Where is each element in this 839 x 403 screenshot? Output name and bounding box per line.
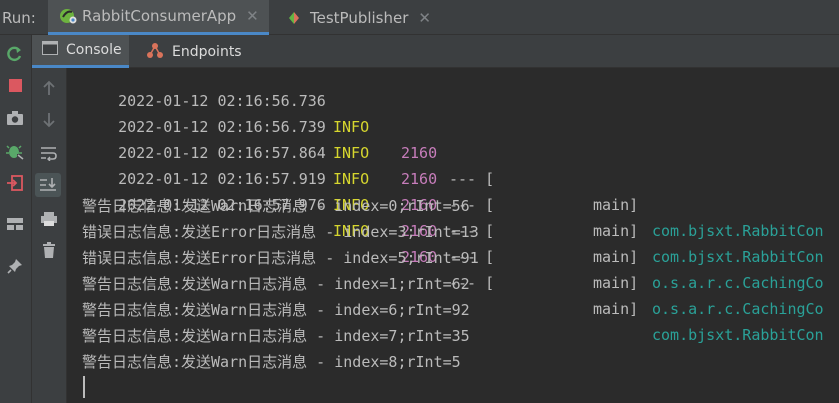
close-icon[interactable]: ✕ bbox=[246, 7, 259, 25]
close-icon[interactable]: ✕ bbox=[418, 9, 431, 27]
log-pid: 2160 bbox=[401, 144, 438, 162]
message-line: 警告日志信息:发送Warn日志消息 - index=1;rInt=62 bbox=[82, 275, 470, 293]
log-separator: --- [ bbox=[449, 170, 495, 188]
log-pid: 2160 bbox=[401, 170, 438, 188]
log-line: 2022-01-12 02:16:57.919 INFO 2160 --- [ … bbox=[82, 140, 823, 318]
run-actions-toolbar bbox=[0, 35, 32, 403]
log-logger[interactable]: com.bjsxt.RabbitCon bbox=[652, 322, 824, 348]
tab-test-publisher[interactable]: TestPublisher ✕ bbox=[276, 0, 436, 35]
message-line: 警告日志信息:发送Warn日志消息 - index=6;rInt=92 bbox=[82, 301, 470, 319]
trash-icon[interactable] bbox=[36, 238, 62, 262]
tab-rabbit-consumer-app[interactable]: RabbitConsumerApp ✕ bbox=[48, 0, 269, 35]
log-level: INFO bbox=[333, 144, 370, 162]
console-output[interactable]: 2022-01-12 02:16:56.736 INFO 2160 --- [ … bbox=[68, 62, 839, 403]
log-line: 2022-01-12 02:16:56.739 INFO 2160 --- [ … bbox=[82, 88, 823, 266]
tab-label: TestPublisher bbox=[310, 8, 409, 27]
log-thread: main] bbox=[593, 248, 639, 266]
spring-boot-icon bbox=[58, 7, 77, 25]
scroll-to-end-icon[interactable] bbox=[35, 173, 61, 197]
tab-label: RabbitConsumerApp bbox=[82, 7, 237, 25]
debug-bug-icon[interactable] bbox=[2, 139, 28, 163]
log-level: INFO bbox=[333, 170, 370, 188]
log-line: 2022-01-12 02:16:56.736 INFO 2160 --- [ … bbox=[82, 62, 823, 240]
log-line: 2022-01-12 02:16:57.864 INFO 2160 --- [ … bbox=[82, 114, 823, 292]
log-level: INFO bbox=[333, 118, 370, 136]
debug-diamond-icon bbox=[286, 9, 304, 27]
rerun-icon[interactable] bbox=[2, 42, 28, 66]
run-toolbar: Run: RabbitConsumerApp ✕ TestPublisher ✕ bbox=[0, 0, 839, 35]
pin-icon[interactable] bbox=[2, 254, 28, 278]
log-thread: main] bbox=[593, 196, 639, 214]
run-label: Run: bbox=[2, 9, 36, 27]
arrow-down-icon[interactable] bbox=[36, 108, 62, 132]
camera-icon[interactable] bbox=[2, 106, 28, 130]
print-icon[interactable] bbox=[36, 207, 62, 231]
soft-wrap-icon[interactable] bbox=[36, 141, 62, 165]
log-thread: main] bbox=[593, 222, 639, 240]
log-logger[interactable]: com.bjsxt.RabbitCon bbox=[652, 218, 824, 244]
layout-icon[interactable] bbox=[2, 212, 28, 236]
message-line: 警告日志信息:发送Warn日志消息 - index=7;rInt=35 bbox=[82, 327, 470, 345]
stop-icon[interactable] bbox=[2, 73, 28, 97]
log-logger[interactable]: o.s.a.r.c.CachingCo bbox=[652, 270, 824, 296]
arrow-up-icon[interactable] bbox=[36, 76, 62, 100]
console-actions-toolbar bbox=[32, 68, 67, 403]
message-line: 警告日志信息:发送Warn日志消息 - index=0;rInt=56 bbox=[82, 197, 470, 215]
exit-icon[interactable] bbox=[2, 171, 28, 195]
log-line: 2022-01-12 02:16:57.976 INFO 2160 --- [ … bbox=[82, 166, 823, 344]
console-icon bbox=[42, 41, 58, 59]
log-thread: main] bbox=[593, 274, 639, 292]
message-line: 错误日志信息:发送Error日志消息 - index=3;rInt=13 bbox=[82, 223, 479, 241]
text-cursor bbox=[83, 376, 85, 398]
tab-label: Endpoints bbox=[172, 43, 242, 60]
log-logger[interactable]: com.bjsxt.RabbitCon bbox=[652, 244, 824, 270]
endpoints-icon bbox=[146, 42, 164, 62]
tab-label: Console bbox=[66, 42, 122, 58]
log-thread: main] bbox=[593, 300, 639, 318]
log-logger[interactable]: o.s.a.r.c.CachingCo bbox=[652, 296, 824, 322]
message-line: 错误日志信息:发送Error日志消息 - index=5;rInt=91 bbox=[82, 249, 479, 267]
message-line: 警告日志信息:发送Warn日志消息 - index=8;rInt=5 bbox=[82, 353, 461, 371]
